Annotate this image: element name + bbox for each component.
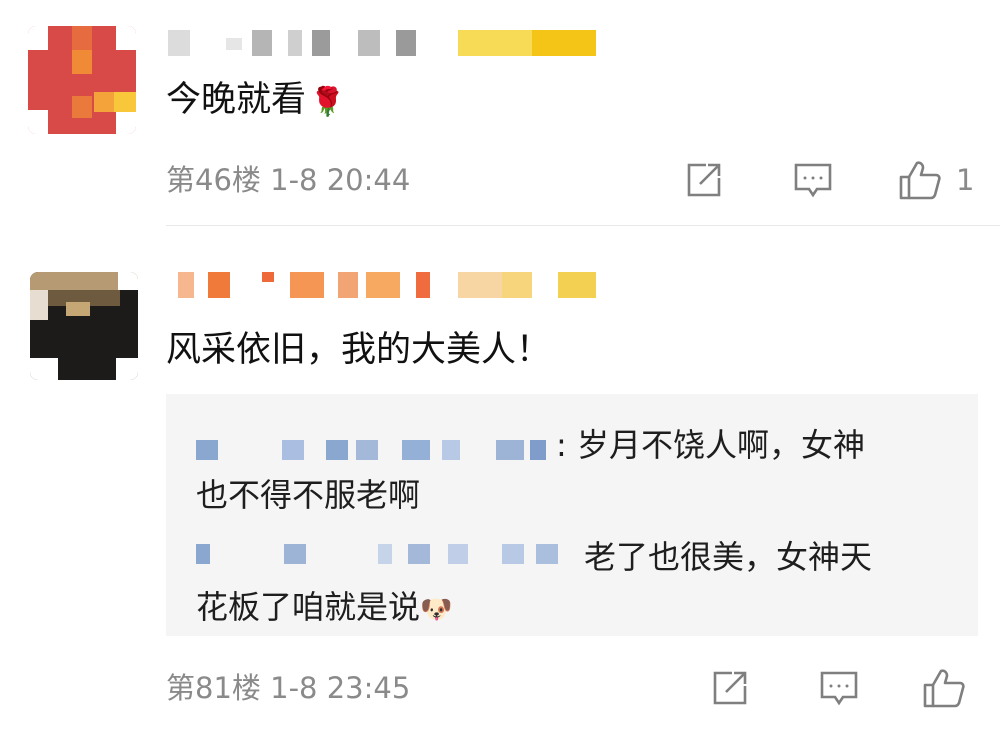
like-icon [923,669,965,708]
reply-username-blurred[interactable] [196,440,556,460]
comment-text: 今晚就看 🌹 [166,80,345,120]
share-button[interactable] [684,158,724,202]
avatar[interactable] [30,272,138,380]
username-blurred[interactable] [168,30,598,56]
comment-meta-row: 第81楼 1-8 23:45 [166,666,1000,710]
reply-text: 老了也很美，女神天 [584,538,873,576]
comment-item: 风采依旧，我的大美人！ : 岁月不饶人啊，女神 也不得不服老啊 老了也很美，女神… [0,226,1000,729]
comment-icon [794,163,832,198]
floor-time: 第81楼 1-8 23:45 [166,671,411,705]
comment-button[interactable] [818,666,860,710]
reply-text-continued: 也不得不服老啊 [196,476,421,514]
comment-icon [820,671,858,706]
reply-text-continued: 花板了咱就是说🐶 [196,588,453,626]
comment-button[interactable] [792,158,834,202]
comment-meta-row: 第46楼 1-8 20:44 1 [166,158,1000,202]
share-icon [687,163,721,197]
like-button[interactable] [922,666,966,710]
comment-text: 风采依旧，我的大美人！ [166,330,552,370]
rose-icon: 🌹 [310,85,345,118]
doge-icon: 🐶 [420,595,453,625]
comment-item: 今晚就看 🌹 第46楼 1-8 20:44 1 [0,0,1000,226]
like-icon [899,161,941,200]
share-button[interactable] [710,666,750,710]
reply-username-blurred[interactable] [196,544,558,564]
avatar[interactable] [28,26,136,134]
reply-box[interactable]: : 岁月不饶人啊，女神 也不得不服老啊 老了也很美，女神天 花板了咱就是说🐶 [166,394,978,636]
like-button[interactable]: 1 [898,158,974,202]
floor-time: 第46楼 1-8 20:44 [166,163,411,197]
like-count: 1 [956,163,975,197]
username-blurred[interactable] [178,272,608,298]
share-icon [713,671,747,705]
reply-text: : 岁月不饶人啊，女神 [556,426,865,464]
